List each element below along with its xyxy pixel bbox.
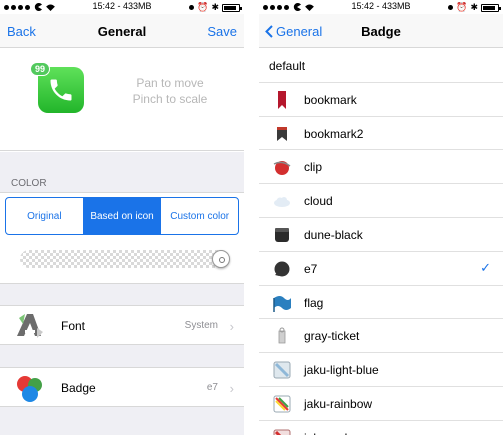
list-item-label: bookmark [304,92,357,107]
list-item-label: clip [304,160,323,175]
badge-label: Badge [61,381,96,395]
battery-icon [222,3,242,12]
segment-based-on-icon[interactable]: Based on icon [83,198,162,234]
list-item-label: jaku-light-blue [304,363,379,378]
cloud-icon [274,197,290,208]
gray-ticket-icon [278,327,286,344]
pan-hint: Pan to move [136,76,204,90]
status-bar: 15:42 - 433MB ⏰ ✱ [0,0,244,14]
list-item[interactable]: bookmark [259,83,503,117]
list-item-label: e7 [304,261,318,276]
list-item-label: gray-ticket [304,329,360,344]
screen-divider [244,0,259,435]
color-section-label: COLOR [11,178,47,189]
opacity-slider-thumb[interactable] [212,250,230,268]
chevron-right-icon: › [229,381,234,396]
battery-icon [481,3,501,12]
badge-preview: 99 [30,62,51,76]
badge-row[interactable]: Badge e7 › [0,367,244,407]
nav-bar: General Badge [259,14,503,48]
pinch-hint: Pinch to scale [132,92,208,106]
list-item[interactable]: clip [259,150,503,185]
jaku-light-blue-icon [273,361,291,379]
location-icon [189,5,195,10]
jaku-red-icon [273,429,291,435]
badge-screen: 15:42 - 433MB ⏰ ✱ General Badge default … [259,0,503,435]
list-item-label: bookmark2 [304,126,364,141]
checkmark-icon: ✓ [480,259,491,275]
icon-preview[interactable]: 99 Pan to move Pinch to scale [0,48,244,151]
font-value: System [184,320,218,331]
font-label: Font [61,319,86,333]
list-item[interactable]: dune-black [259,218,503,252]
list-item[interactable]: jaku-red [259,421,503,435]
badge-value: e7 [206,382,218,393]
bluetooth-icon: ✱ [470,2,478,12]
list-item[interactable]: flag [259,286,503,320]
list-item[interactable]: cloud [259,184,503,218]
jaku-rainbow-icon [273,395,291,413]
page-title: Badge [361,24,401,39]
list-item-label: dune-black [304,227,363,242]
list-item[interactable]: jaku-light-blue [259,353,503,387]
list-item-label: jaku-rainbow [304,396,373,411]
list-item[interactable]: default [259,49,503,83]
bluetooth-icon: ✱ [211,2,219,12]
phone-handset-icon [50,79,72,101]
badge-icon [17,376,42,402]
list-item[interactable]: e7 ✓ [259,252,503,286]
alarm-icon: ⏰ [197,2,209,12]
alarm-icon: ⏰ [456,2,468,12]
nav-bar: Back General Save [0,14,244,48]
opacity-slider-track[interactable] [20,250,230,268]
bookmark2-icon [277,126,287,141]
list-item-label: flag [304,295,324,310]
chevron-right-icon: › [229,319,234,334]
status-bar: 15:42 - 433MB ⏰ ✱ [259,0,503,14]
e7-icon [274,261,290,277]
segment-original[interactable]: Original [6,198,84,234]
dune-black-icon [275,227,289,242]
badge-list: default bookmark bookmark2 clip cloud du… [259,49,503,435]
clip-icon [273,161,291,176]
location-icon [448,5,454,10]
save-button[interactable]: Save [207,24,237,39]
flag-icon [273,295,291,312]
list-item-label: cloud [304,194,333,209]
list-item-label: jaku-red [304,431,347,435]
list-item[interactable]: jaku-rainbow [259,387,503,421]
font-icon [17,314,43,338]
list-item[interactable]: gray-ticket [259,319,503,354]
color-mode-segmented-control[interactable]: Original Based on icon Custom color [5,197,239,235]
segment-custom-color[interactable]: Custom color [161,198,238,234]
general-screen: 15:42 - 433MB ⏰ ✱ Back General Save 99 P… [0,0,244,435]
bookmark-icon [278,90,286,109]
font-row[interactable]: Font System › [0,305,244,345]
list-item[interactable]: bookmark2 [259,117,503,151]
list-item-label: default [269,59,306,73]
